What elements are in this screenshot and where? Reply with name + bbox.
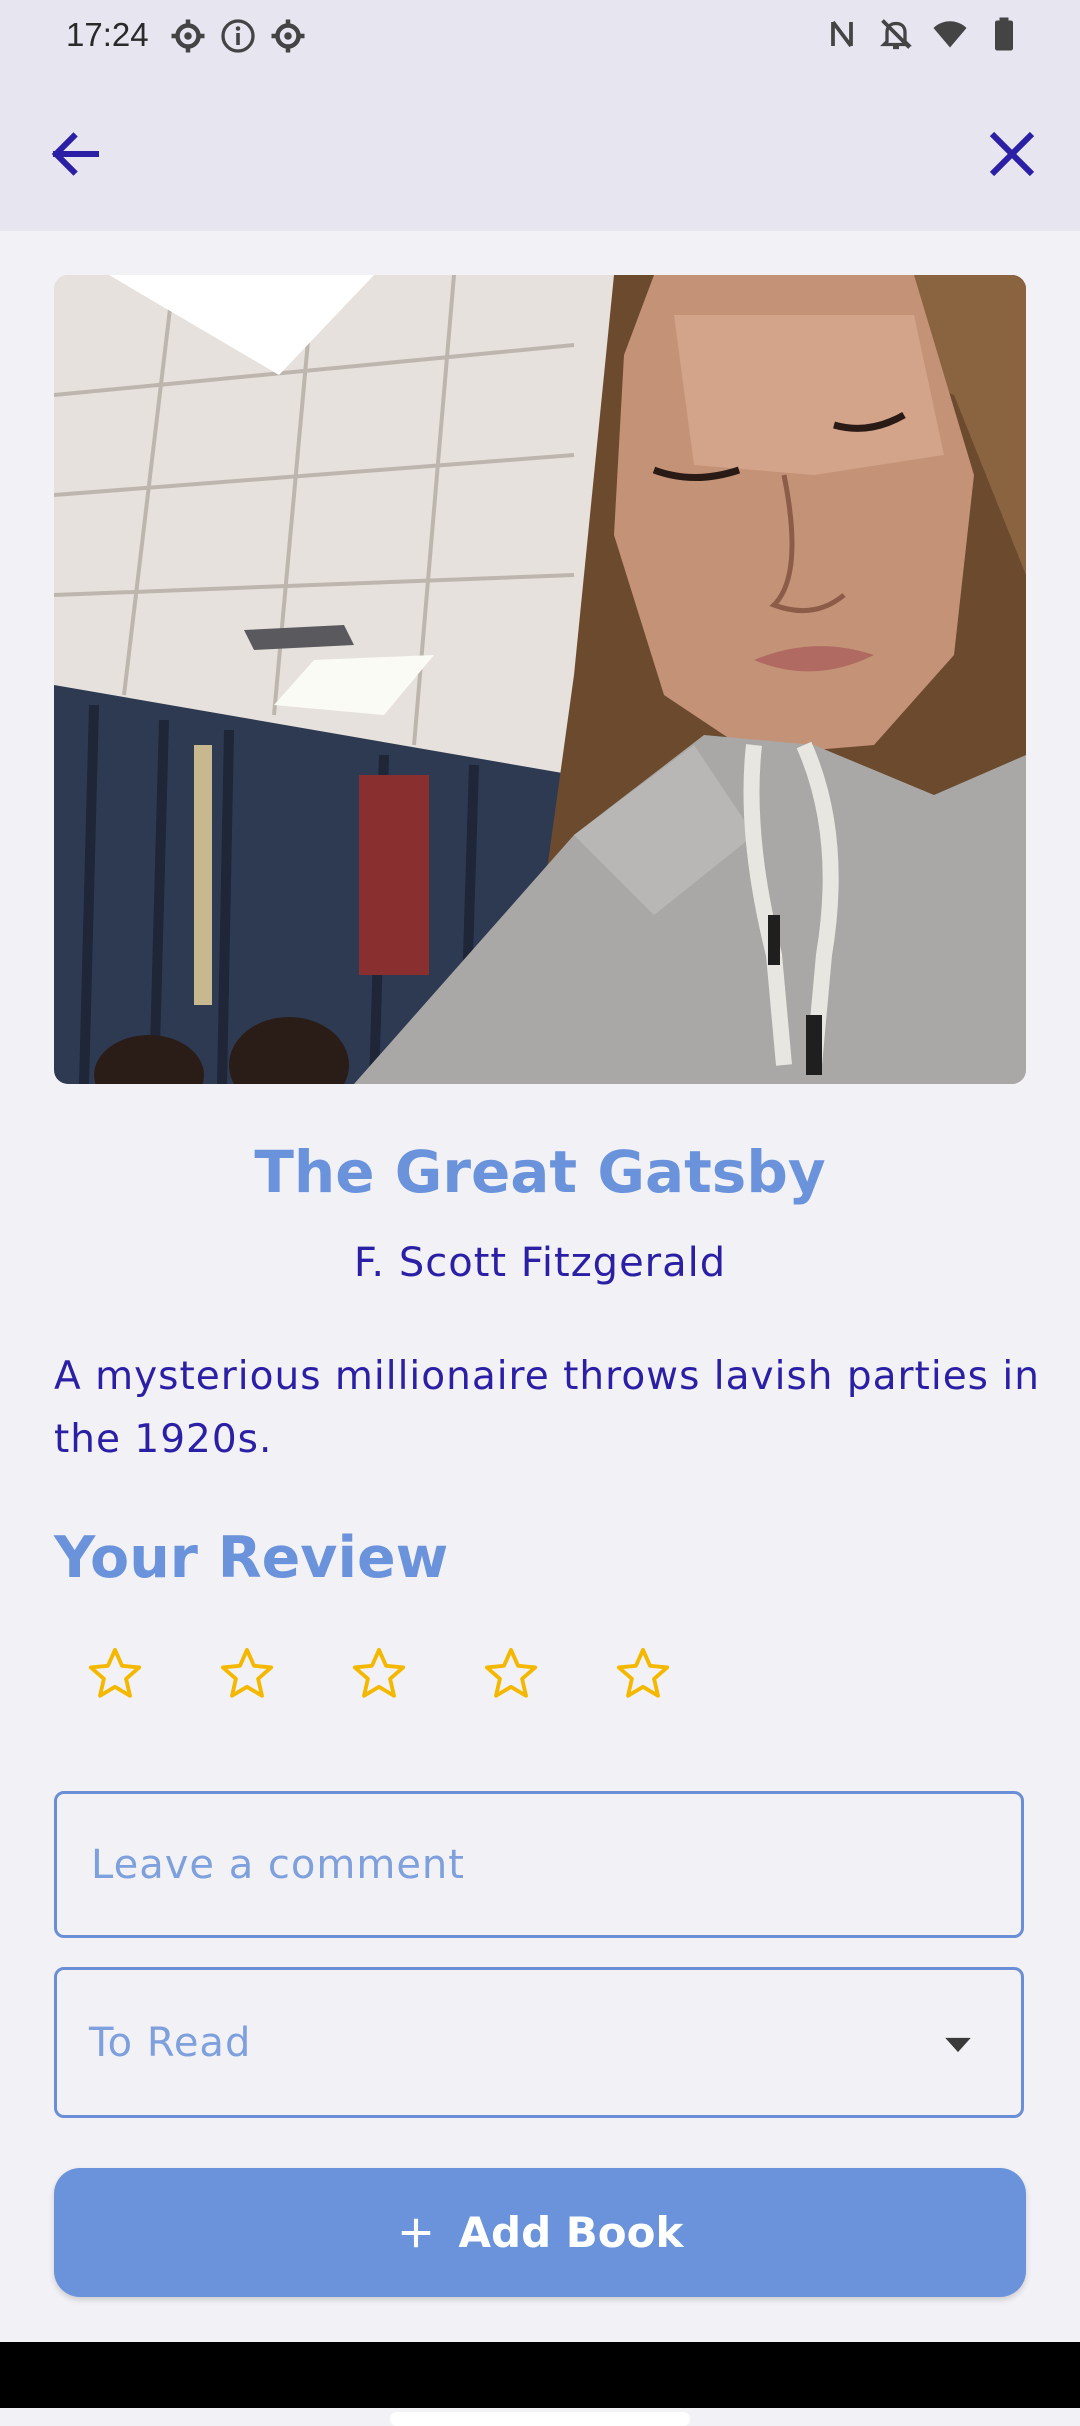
photo-illustration [54, 275, 1026, 1084]
book-description: A mysterious millionaire throws lavish p… [54, 1354, 1040, 1462]
dropdown-arrow-icon [945, 2037, 971, 2053]
add-book-button[interactable]: Add Book [54, 2168, 1026, 2297]
plus-icon [401, 2218, 430, 2247]
status-time: 17:24 [66, 16, 149, 53]
star-icon[interactable] [86, 1645, 144, 1703]
star-icon[interactable] [482, 1645, 540, 1703]
battery-icon [995, 17, 1013, 51]
review-heading: Your Review [54, 1525, 449, 1591]
info-icon [221, 19, 255, 53]
reading-status-value: To Read [89, 2019, 252, 2066]
star-icon[interactable] [350, 1645, 408, 1703]
comment-field[interactable] [54, 1791, 1024, 1938]
book-cover-photo [54, 275, 1026, 1084]
book-author: F. Scott Fitzgerald [353, 1240, 727, 1286]
wifi-icon [933, 21, 967, 48]
star-icon[interactable] [614, 1645, 672, 1703]
comment-input[interactable] [89, 1840, 973, 1889]
close-icon[interactable] [982, 124, 1042, 184]
star-rating [86, 1645, 672, 1703]
gear-icon [271, 19, 305, 53]
gesture-handle[interactable] [390, 2412, 690, 2426]
star-icon[interactable] [218, 1645, 276, 1703]
arrow-left-icon[interactable] [46, 124, 106, 184]
bell-off-icon [880, 19, 912, 50]
nfc-icon [831, 20, 853, 48]
system-navigation-bar [0, 2342, 1080, 2408]
add-book-label: Add Book [458, 2208, 684, 2257]
app-bar: 17:24 [0, 0, 1080, 231]
status-icons-left [170, 18, 306, 54]
book-title: The Great Gatsby [254, 1138, 826, 1206]
gear-icon [171, 19, 205, 53]
status-icons-right [824, 16, 1022, 52]
reading-status-select[interactable]: To Read [54, 1967, 1024, 2118]
